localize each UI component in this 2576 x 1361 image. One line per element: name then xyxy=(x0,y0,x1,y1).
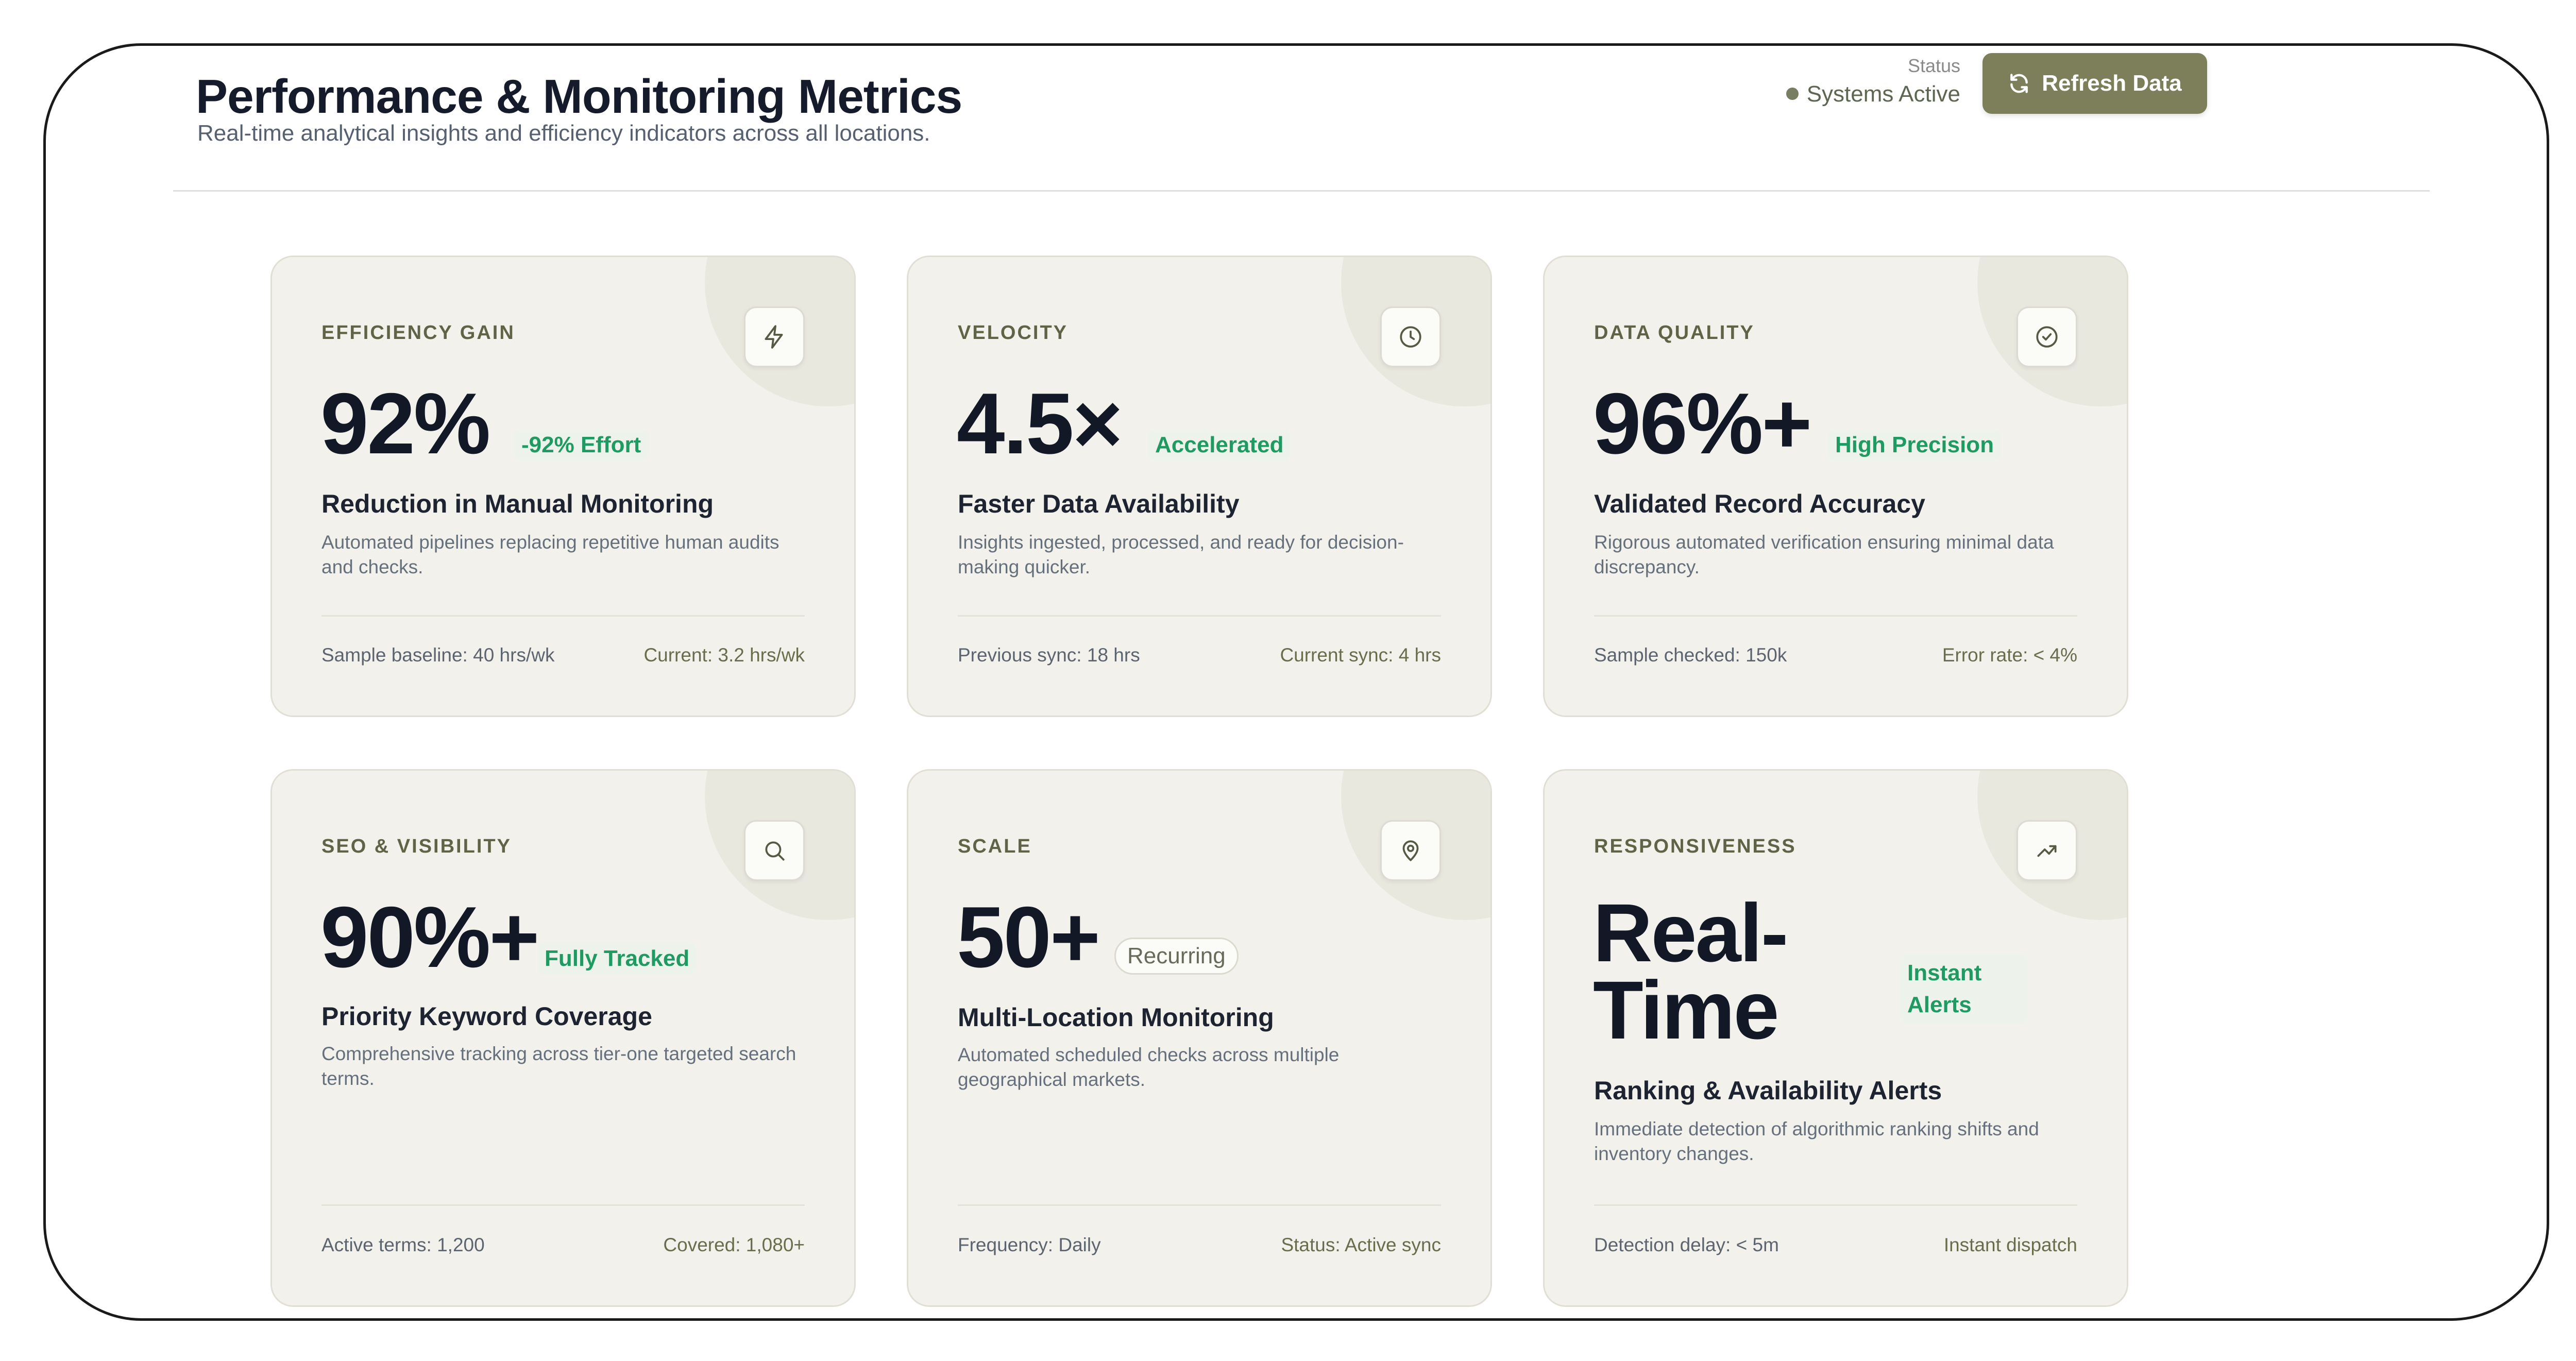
metric-title: Multi-Location Monitoring xyxy=(958,1003,1274,1032)
footer-left: Sample checked: 150k xyxy=(1594,644,1787,666)
metric-title: Ranking & Availability Alerts xyxy=(1594,1076,1942,1105)
footer-left: Active terms: 1,200 xyxy=(321,1234,485,1255)
metric-title: Reduction in Manual Monitoring xyxy=(321,489,714,518)
card-label: VELOCITY xyxy=(958,322,1069,344)
card-label: SEO & VISIBILITY xyxy=(321,836,512,857)
trending-up-icon[interactable] xyxy=(2016,820,2077,881)
metric-value: 50+ xyxy=(957,889,1100,985)
metric-card-efficiency: EFFICIENCY GAIN 92% -92% Effort Reductio… xyxy=(270,256,856,717)
metric-description: Rigorous automated verification ensuring… xyxy=(1594,532,2054,577)
metric-value: 90%+ xyxy=(320,889,539,985)
metric-description: Immediate detection of algorithmic ranki… xyxy=(1594,1118,2039,1164)
footer-right: Current: 3.2 hrs/wk xyxy=(643,644,805,666)
metric-value: 96%+ xyxy=(1593,375,1812,472)
footer-right: Covered: 1,080+ xyxy=(663,1234,805,1255)
footer-left: Frequency: Daily xyxy=(958,1234,1101,1255)
card-footer-divider xyxy=(958,615,1441,617)
metric-description: Automated scheduled checks across multip… xyxy=(958,1044,1340,1090)
metric-title: Faster Data Availability xyxy=(958,489,1240,518)
card-footer-divider xyxy=(958,1204,1441,1206)
card-footer-divider xyxy=(1594,615,2077,617)
metric-description: Comprehensive tracking across tier-one t… xyxy=(321,1043,796,1089)
metric-value: 4.5× xyxy=(957,375,1123,472)
card-label: EFFICIENCY GAIN xyxy=(321,322,515,344)
metrics-grid: EFFICIENCY GAIN 92% -92% Effort Reductio… xyxy=(46,46,2547,1318)
check-circle-icon[interactable] xyxy=(2016,307,2077,367)
card-label: SCALE xyxy=(958,836,1032,857)
metric-card-seo-visibility: SEO & VISIBILITY 90%+ Fully Tracked Prio… xyxy=(270,769,856,1307)
metric-card-data-quality: DATA QUALITY 96%+ High Precision Validat… xyxy=(1543,256,2128,717)
clock-icon[interactable] xyxy=(1380,307,1441,367)
card-footer-divider xyxy=(321,1204,805,1206)
metric-title: Priority Keyword Coverage xyxy=(321,1002,652,1031)
search-icon[interactable] xyxy=(744,820,805,881)
metric-badge: Recurring xyxy=(1114,938,1239,975)
card-footer-divider xyxy=(321,615,805,617)
metric-badge: Instant Alerts xyxy=(1900,954,2028,1024)
footer-left: Detection delay: < 5m xyxy=(1594,1234,1779,1255)
footer-right: Status: Active sync xyxy=(1281,1234,1441,1255)
metric-card-responsiveness: RESPONSIVENESS Real-Time Instant Alerts … xyxy=(1543,769,2128,1307)
footer-left: Sample baseline: 40 hrs/wk xyxy=(321,644,555,666)
metric-value: 92% xyxy=(320,375,490,472)
footer-right: Error rate: < 4% xyxy=(1942,644,2077,666)
metric-description: Automated pipelines replacing repetitive… xyxy=(321,532,779,577)
metric-card-scale: SCALE 50+ Recurring Multi-Location Monit… xyxy=(907,769,1492,1307)
footer-right: Instant dispatch xyxy=(1943,1234,2077,1255)
metric-title: Validated Record Accuracy xyxy=(1594,489,1925,518)
metric-badge: Fully Tracked xyxy=(537,943,697,975)
card-footer-divider xyxy=(1594,1204,2077,1206)
metric-badge: High Precision xyxy=(1828,429,2002,461)
card-label: DATA QUALITY xyxy=(1594,322,1755,344)
metric-card-velocity: VELOCITY 4.5× Accelerated Faster Data Av… xyxy=(907,256,1492,717)
footer-left: Previous sync: 18 hrs xyxy=(958,644,1140,666)
metric-badge: -92% Effort xyxy=(514,429,649,461)
card-label: RESPONSIVENESS xyxy=(1594,836,1797,857)
location-pin-icon[interactable] xyxy=(1380,820,1441,881)
metric-description: Insights ingested, processed, and ready … xyxy=(958,532,1404,577)
lightning-icon[interactable] xyxy=(744,307,805,367)
metric-badge: Accelerated xyxy=(1148,429,1291,461)
metric-value: Real-Time xyxy=(1593,887,1788,1056)
app-frame: Performance & Monitoring Metrics Real-ti… xyxy=(43,43,2549,1321)
footer-right: Current sync: 4 hrs xyxy=(1280,644,1441,666)
